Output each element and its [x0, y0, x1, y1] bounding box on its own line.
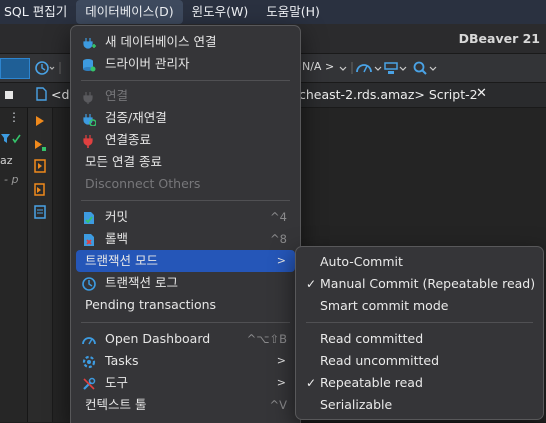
transaction-mode-submenu: Auto-Commit ✓ Manual Commit (Repeatable …: [295, 246, 544, 420]
menu-item-open-dashboard[interactable]: Open Dashboard ^⌥⇧B: [76, 328, 295, 350]
chevron-right-icon: >: [276, 254, 286, 267]
editor-tab-previous[interactable]: <d: [51, 87, 69, 102]
submenu-item-repeatable-read[interactable]: ✓ Repeatable read: [301, 372, 538, 394]
chevron-down-icon[interactable]: [399, 59, 407, 77]
menu-item-disconnect-others: Disconnect Others: [85, 176, 201, 191]
editor-tab-script-2[interactable]: cheast-2.rds.amaz> Script-2: [299, 87, 478, 102]
chevron-right-icon: >: [276, 354, 286, 367]
menu-item-tasks[interactable]: Tasks >: [76, 350, 295, 372]
square-icon: [4, 90, 14, 108]
submenu-item-read-committed[interactable]: Read committed: [301, 328, 538, 350]
submenu-item-smart-commit[interactable]: Smart commit mode: [301, 295, 538, 317]
macos-menu-bar: SQL 편집기 데이터베이스(D) 윈도우(W) 도움말(H): [0, 0, 546, 24]
connect-icon: [82, 89, 96, 104]
menu-separator: [306, 322, 533, 323]
execute-in-new-tab-icon[interactable]: [34, 136, 46, 151]
new-connection-icon: [82, 35, 96, 49]
navigator-item-sublabel: - p: [4, 173, 19, 186]
submenu-item-manual-commit[interactable]: ✓ Manual Commit (Repeatable read): [301, 273, 538, 295]
dashboard-gauge-icon[interactable]: [355, 59, 373, 77]
more-options-icon[interactable]: ⋮: [8, 110, 20, 128]
editor-action-gutter: [28, 108, 53, 422]
history-icon[interactable]: [34, 59, 56, 77]
sql-script-icon: [34, 86, 48, 104]
execute-script-new-tab-icon[interactable]: [34, 182, 46, 196]
disconnect-icon: [82, 133, 96, 148]
transaction-log-icon: [82, 276, 96, 291]
tools-icon: [82, 376, 96, 390]
menu-item-disconnect[interactable]: 연결종료: [76, 129, 295, 151]
navigator-item-label[interactable]: az: [0, 154, 13, 167]
menu-help[interactable]: 도움말(H): [257, 0, 329, 24]
menu-item-driver-manager[interactable]: 드라이버 관리자: [76, 53, 295, 75]
menu-separator: [81, 80, 290, 81]
menu-separator: [81, 322, 290, 323]
menu-window[interactable]: 윈도우(W): [183, 0, 258, 24]
menu-item-transaction-log[interactable]: 트랜잭션 로그: [76, 272, 295, 294]
chevron-down-icon[interactable]: [429, 59, 437, 77]
driver-manager-icon: [82, 57, 96, 72]
database-navigator-panel: ⋮ az - p: [0, 91, 28, 422]
execute-statement-icon[interactable]: [34, 112, 46, 126]
menu-sql-editor[interactable]: SQL 편집기: [0, 0, 76, 24]
network-icon[interactable]: [382, 59, 400, 77]
dashboard-icon: [82, 332, 96, 346]
menu-item-new-connection[interactable]: 새 데이터베이스 연결: [76, 31, 295, 53]
app-title: DBeaver 21: [458, 31, 540, 46]
submenu-item-auto-commit[interactable]: Auto-Commit: [301, 251, 538, 273]
menu-item-rollback[interactable]: 롤백 ^8: [76, 228, 295, 250]
reconnect-icon: [82, 111, 97, 127]
toolbar-separator-icon: [350, 59, 354, 77]
commit-icon: [82, 210, 96, 224]
menu-item-reconnect[interactable]: 검증/재연결: [76, 107, 295, 129]
chevron-down-icon[interactable]: [339, 59, 347, 77]
menu-item-context-tools[interactable]: 컨텍스트 툴 ^V: [76, 394, 295, 416]
close-icon[interactable]: ✕: [476, 86, 487, 101]
menu-item-commit[interactable]: 커밋 ^4: [76, 206, 295, 228]
chevron-down-icon[interactable]: [374, 59, 382, 77]
submenu-item-read-uncommitted[interactable]: Read uncommitted: [301, 350, 538, 372]
toolbar-separator-icon: [56, 59, 66, 77]
menu-item-pending-transactions[interactable]: Pending transactions: [76, 294, 295, 316]
explain-plan-icon[interactable]: [34, 204, 46, 219]
filter-check-icon[interactable]: [0, 132, 24, 150]
menu-database[interactable]: 데이터베이스(D): [76, 0, 183, 24]
checkmark-icon: ✓: [306, 376, 317, 390]
menu-separator: [81, 200, 290, 201]
submenu-item-serializable[interactable]: Serializable: [301, 394, 538, 416]
menu-item-disconnect-all[interactable]: 모든 연결 종료: [76, 151, 295, 173]
database-menu: 새 데이터베이스 연결 드라이버 관리자 연결 검증/재연결 연결종료 모든 연…: [70, 25, 301, 423]
menu-item-tools[interactable]: 도구 >: [76, 372, 295, 394]
rollback-icon: [82, 232, 96, 246]
checkmark-icon: ✓: [306, 277, 317, 291]
execute-script-icon[interactable]: [34, 158, 46, 173]
transaction-mode-indicator[interactable]: N/A >: [302, 60, 334, 73]
tasks-icon: [82, 354, 96, 369]
search-icon[interactable]: [412, 59, 428, 77]
menu-item-transaction-mode[interactable]: 트랜잭션 모드 >: [76, 250, 295, 272]
menu-item-connect: 연결: [76, 85, 295, 107]
active-datasource-selector[interactable]: [0, 58, 30, 79]
chevron-right-icon: >: [276, 376, 286, 389]
